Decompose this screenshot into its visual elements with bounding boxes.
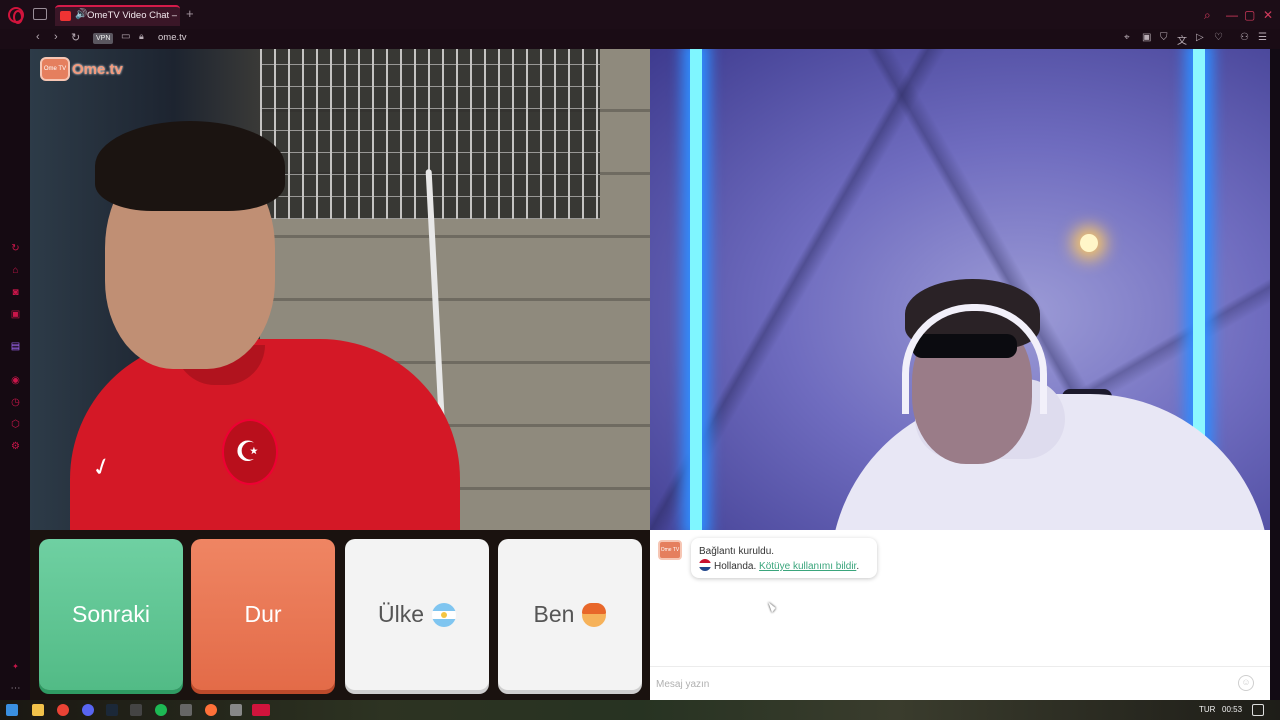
chat-panel: Ome TV Bağlantı kuruldu. Hollanda. Kötüy… [650, 530, 1270, 700]
pin-icon[interactable]: ⌖ [1124, 32, 1130, 43]
gx-icon[interactable]: ✦ [10, 661, 21, 672]
country-name: Hollanda. [714, 561, 757, 572]
country-filter-button[interactable]: Ülke [345, 539, 489, 690]
ometv-chat-logo: Ome TV [658, 540, 682, 560]
country-line: Hollanda. Kötüye kullanımı bildir. [699, 559, 869, 574]
tab-favicon-icon [60, 11, 71, 21]
stop-button-label: Dur [244, 601, 282, 627]
browser-tab-ometv[interactable]: 🔊 OmeTV Video Chat — [55, 5, 180, 26]
stop-button[interactable]: Dur [191, 539, 335, 690]
smiley-icon[interactable]: ☺ [1238, 675, 1254, 691]
heart-icon[interactable]: ♡ [1214, 32, 1223, 43]
menu-icon[interactable]: ☰ [1258, 32, 1267, 43]
play-icon[interactable]: ▷ [1196, 32, 1204, 43]
opera-gx-taskbar-icon[interactable] [252, 704, 270, 716]
ometv-logo-name: Ome.tv [72, 60, 123, 78]
start-icon[interactable] [6, 704, 18, 716]
file-explorer-icon[interactable] [32, 704, 44, 716]
connected-text: Bağlantı kuruldu. [699, 546, 775, 557]
spotify-icon[interactable] [155, 704, 167, 716]
clock[interactable]: 00:53 [1222, 705, 1242, 714]
language-indicator[interactable]: TUR [1199, 705, 1215, 714]
lock-icon[interactable]: 🔒︎ [139, 31, 144, 42]
app-icon[interactable] [230, 704, 242, 716]
player-icon[interactable]: ◉ [10, 375, 21, 386]
messenger-icon[interactable]: ⌂ [10, 265, 21, 276]
me-button[interactable]: Ben [498, 539, 642, 690]
neon-light [1193, 49, 1205, 449]
close-icon[interactable]: ✕ [1263, 8, 1273, 22]
browser-address-bar: ‹ › ↻ VPN ▭ 🔒︎ ome.tv ⌖ ▣ ⛉ 文 ▷ ♡ ⚇ ☰ [0, 29, 1280, 49]
ometv-logo-tv: Ome TV [40, 57, 70, 81]
me-button-label: Ben [533, 601, 575, 627]
next-button[interactable]: Sonraki [39, 539, 183, 690]
shield-icon[interactable]: ⛉ [1160, 32, 1168, 43]
translate-icon[interactable]: 文 [1177, 32, 1187, 47]
account-icon[interactable]: ⚇ [1240, 32, 1249, 43]
next-button-label: Sonraki [72, 601, 150, 627]
app-icon[interactable] [130, 704, 142, 716]
argentina-flag-icon [432, 602, 456, 627]
windows-taskbar: TUR 00:53 [0, 700, 1280, 720]
app-root: 🔊 OmeTV Video Chat — + ⌕ — ▢ ✕ ‹ › ↻ VPN… [0, 0, 1280, 720]
aria-icon[interactable]: ↻ [10, 243, 21, 254]
browser-sidebar: ↻ ⌂ ◙ ▣ ▤ ◉ ◷ ⬡ ⚙ ✦ ⋯ [0, 49, 30, 700]
steam-icon[interactable] [106, 704, 118, 716]
right-edge [1270, 49, 1280, 700]
report-abuse-link[interactable]: Kötüye kullanımı bildir [759, 561, 856, 572]
app-icon[interactable] [180, 704, 192, 716]
twitch-icon[interactable]: ▤ [10, 341, 21, 352]
history-icon[interactable]: ◷ [10, 397, 21, 408]
tab-strip-icon[interactable] [33, 8, 47, 20]
firefox-icon[interactable] [205, 704, 217, 716]
extensions-icon[interactable]: ⬡ [10, 419, 21, 430]
settings-gear-icon[interactable]: ⚙ [10, 441, 21, 452]
report-suffix: . [856, 561, 860, 572]
url-field[interactable]: ome.tv [158, 32, 187, 43]
vpn-badge[interactable]: VPN [93, 33, 114, 44]
lamp [1080, 234, 1098, 252]
maximize-icon[interactable]: ▢ [1244, 8, 1255, 22]
speaker-icon[interactable]: 🔊 [75, 9, 87, 20]
tab-title: OmeTV Video Chat — [87, 10, 177, 21]
message-input[interactable] [656, 675, 1226, 693]
new-tab-button[interactable]: + [186, 6, 194, 21]
browser-tab-bar: 🔊 OmeTV Video Chat — + ⌕ — ▢ ✕ [0, 0, 1280, 29]
opera-logo-icon[interactable] [8, 7, 24, 24]
notifications-icon[interactable] [1252, 704, 1264, 716]
system-message: Bağlantı kuruldu. Hollanda. Kötüye kulla… [691, 538, 877, 578]
minimize-icon[interactable]: — [1226, 8, 1238, 22]
person-emoji-icon [582, 602, 607, 627]
instagram-icon[interactable]: ◙ [10, 287, 21, 298]
search-icon[interactable]: ⌕ [1204, 8, 1211, 23]
snapshot-icon[interactable]: ▣ [1142, 32, 1151, 43]
camera-icon[interactable]: ▭ [121, 31, 130, 42]
ometv-logo: Ome TV Ome.tv [40, 57, 123, 81]
country-button-label: Ülke [377, 601, 424, 627]
more-icon[interactable]: ⋯ [10, 683, 21, 694]
chat-input-bar: ☺ [650, 666, 1270, 700]
back-icon[interactable]: ‹ [36, 31, 40, 43]
stranger-video: ✓ Ome TVOme.tv [30, 49, 650, 530]
vk-icon[interactable]: ▣ [10, 309, 21, 320]
chrome-icon[interactable] [57, 704, 69, 716]
forward-icon[interactable]: › [54, 31, 58, 43]
chat-controls: Sonraki Dur Ülke Ben [30, 530, 650, 700]
jersey-crest-icon [222, 419, 278, 485]
neon-light [690, 49, 702, 530]
netherlands-flag-icon [699, 559, 711, 571]
reload-icon[interactable]: ↻ [71, 31, 80, 44]
discord-icon[interactable] [82, 704, 94, 716]
self-video [650, 49, 1270, 530]
